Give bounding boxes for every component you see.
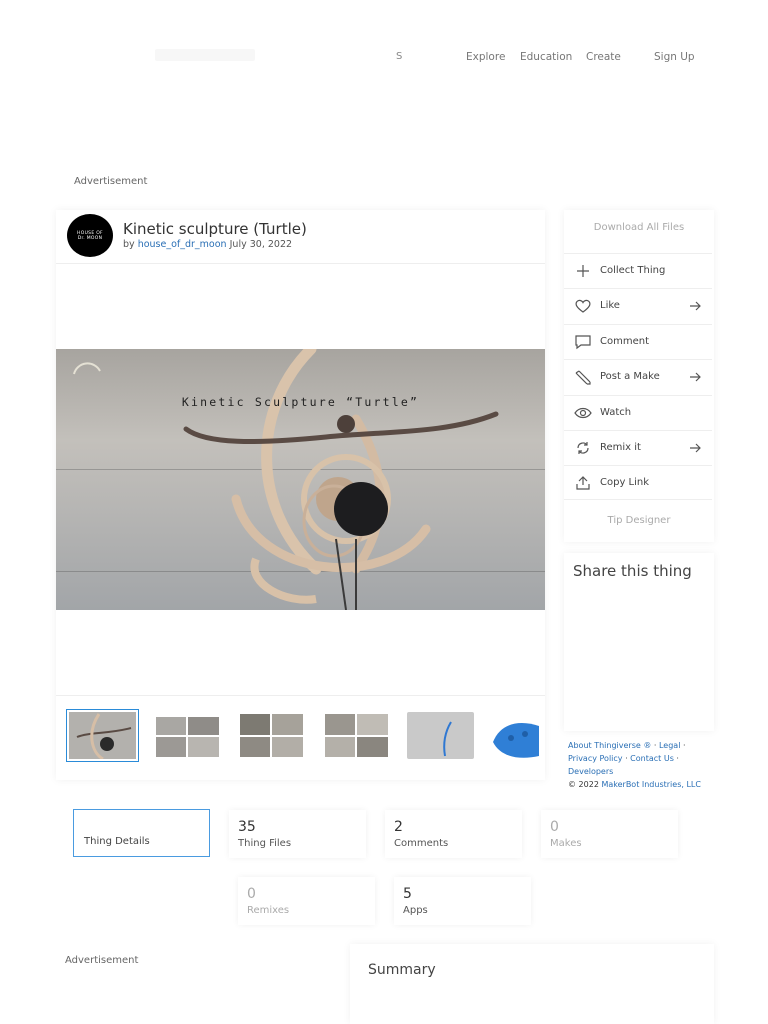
post-a-make-button[interactable]: Post a Make	[564, 359, 712, 394]
stat-label: Makes	[550, 838, 582, 849]
collect-thing-button[interactable]: Collect Thing	[564, 253, 712, 288]
download-all-files-button[interactable]: Download All Files	[564, 222, 714, 233]
tab-remixes[interactable]: 0 Remixes	[238, 877, 375, 925]
summary-card: Summary	[350, 944, 714, 1024]
thing-card: HOUSE OF Dr. MOON Kinetic sculpture (Tur…	[56, 210, 545, 780]
nav-create[interactable]: Create	[586, 51, 621, 63]
thumbnail[interactable]	[154, 712, 221, 759]
remix-it-button[interactable]: Remix it	[564, 430, 712, 465]
remix-icon	[577, 442, 589, 454]
divider	[56, 263, 545, 264]
action-label: Remix it	[600, 442, 641, 453]
stat-count: 35	[238, 819, 256, 835]
stat-count: 5	[403, 886, 412, 902]
thumbnail-image	[154, 712, 221, 759]
action-label: Copy Link	[600, 477, 650, 488]
page-title: Kinetic sculpture (Turtle)	[123, 220, 307, 238]
about-link[interactable]: About Thingiverse ®	[568, 741, 651, 750]
actions-card: Download All Files Collect Thing Like Co…	[564, 210, 714, 542]
advertisement-label: Advertisement	[74, 176, 148, 187]
share-card: Share this thing	[564, 553, 714, 731]
avatar[interactable]: HOUSE OF Dr. MOON	[67, 214, 113, 257]
eye-icon	[574, 407, 592, 419]
tab-label: Thing Details	[84, 836, 150, 847]
thumbnail[interactable]	[66, 709, 139, 762]
thumbnail-image	[491, 712, 539, 759]
stat-count: 2	[394, 819, 403, 835]
advertisement-label: Advertisement	[65, 955, 139, 966]
action-label: Watch	[600, 407, 632, 418]
arrow-right-icon	[690, 301, 701, 311]
contact-us-link[interactable]: Contact Us	[630, 754, 674, 763]
thumbnail-image	[407, 712, 474, 759]
action-label: Collect Thing	[600, 265, 666, 276]
tab-makes[interactable]: 0 Makes	[541, 810, 678, 858]
share-icon	[576, 476, 590, 490]
copy-link-button[interactable]: Copy Link	[564, 465, 712, 500]
comment-icon	[575, 335, 591, 350]
avatar-logo-text: HOUSE OF Dr. MOON	[77, 230, 103, 241]
like-button[interactable]: Like	[564, 288, 712, 323]
plus-icon	[577, 265, 589, 277]
company-link[interactable]: MakerBot Industries, LLC	[601, 780, 701, 789]
summary-title: Summary	[368, 962, 436, 978]
footer-links: About Thingiverse ® · Legal · Privacy Po…	[568, 741, 701, 789]
thumbnail-image	[238, 712, 305, 759]
thumbnail[interactable]	[491, 712, 539, 759]
search-input[interactable]: S	[396, 51, 402, 62]
copyright: © 2022	[568, 780, 599, 789]
pencil-icon	[575, 370, 591, 385]
developers-link[interactable]: Developers	[568, 767, 613, 776]
divider	[56, 695, 545, 696]
stat-label: Comments	[394, 838, 449, 849]
stat-count: 0	[550, 819, 559, 835]
watch-button[interactable]: Watch	[564, 395, 712, 430]
nav-education[interactable]: Education	[520, 51, 572, 63]
action-label: Comment	[600, 336, 649, 347]
sculpture-illustration	[73, 349, 499, 610]
author-link[interactable]: house_of_dr_moon	[138, 239, 227, 250]
byline: by house_of_dr_moon July 30, 2022	[123, 239, 292, 250]
privacy-policy-link[interactable]: Privacy Policy	[568, 754, 623, 763]
top-navigation: S Explore Education Create Sign Up	[0, 0, 768, 110]
thumbnail-image	[323, 712, 390, 759]
comment-button[interactable]: Comment	[564, 324, 712, 359]
arrow-right-icon	[690, 443, 701, 453]
arrow-right-icon	[690, 372, 701, 382]
tab-apps[interactable]: 5 Apps	[394, 877, 531, 925]
action-label: Post a Make	[600, 371, 660, 382]
stat-label: Remixes	[247, 905, 290, 916]
hero-image[interactable]: Kinetic Sculpture “Turtle”	[56, 349, 545, 610]
thumbnail[interactable]	[238, 712, 305, 759]
legal-link[interactable]: Legal	[659, 741, 680, 750]
tab-thing-details[interactable]: Thing Details	[73, 809, 210, 857]
share-title: Share this thing	[573, 562, 692, 580]
stat-count: 0	[247, 886, 256, 902]
byline-prefix: by	[123, 239, 135, 250]
stat-label: Apps	[403, 905, 428, 916]
action-label: Like	[600, 300, 620, 311]
thumbnail[interactable]	[407, 712, 474, 759]
stat-label: Thing Files	[238, 838, 292, 849]
publish-date: July 30, 2022	[229, 239, 293, 250]
thumbnail[interactable]	[323, 712, 390, 759]
tab-comments[interactable]: 2 Comments	[385, 810, 522, 858]
thingiverse-logo[interactable]	[155, 49, 255, 61]
tip-designer-button[interactable]: Tip Designer	[564, 515, 714, 526]
tab-thing-files[interactable]: 35 Thing Files	[229, 810, 366, 858]
nav-sign-up[interactable]: Sign Up	[654, 51, 695, 63]
heart-icon	[575, 299, 591, 313]
nav-explore[interactable]: Explore	[466, 51, 505, 63]
hero-caption: Kinetic Sculpture “Turtle”	[181, 395, 420, 409]
thumbnail-image	[69, 712, 136, 759]
